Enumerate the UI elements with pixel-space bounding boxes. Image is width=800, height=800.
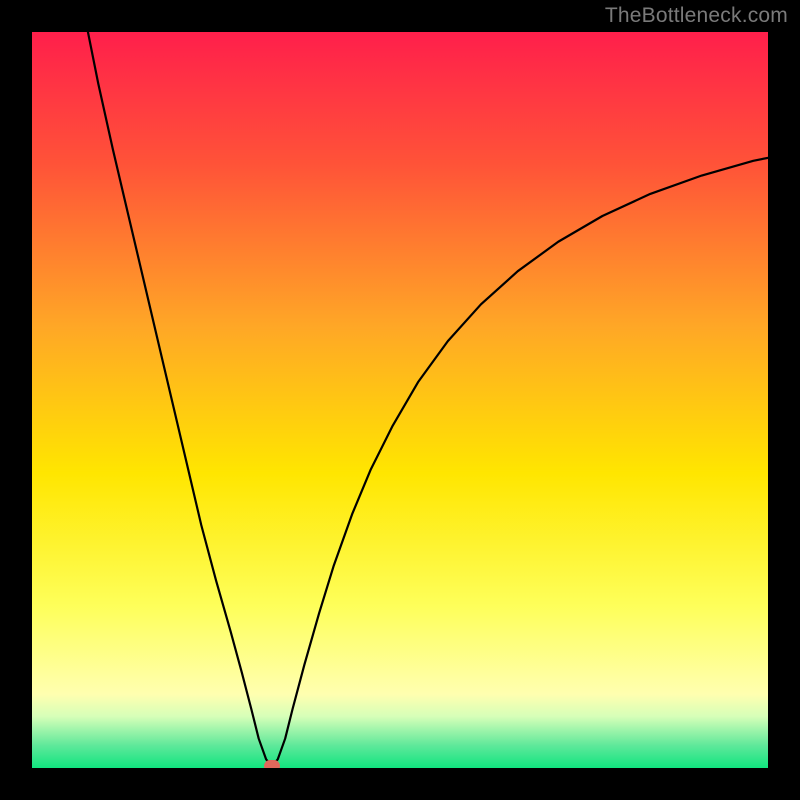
optimal-point-marker [264, 760, 280, 772]
watermark: TheBottleneck.com [605, 4, 788, 28]
chart-plot-area [32, 32, 768, 768]
chart-svg [32, 32, 768, 768]
gradient-background [32, 32, 768, 768]
frame-left [0, 0, 32, 800]
frame-right [768, 0, 800, 800]
frame-bottom [0, 768, 800, 800]
